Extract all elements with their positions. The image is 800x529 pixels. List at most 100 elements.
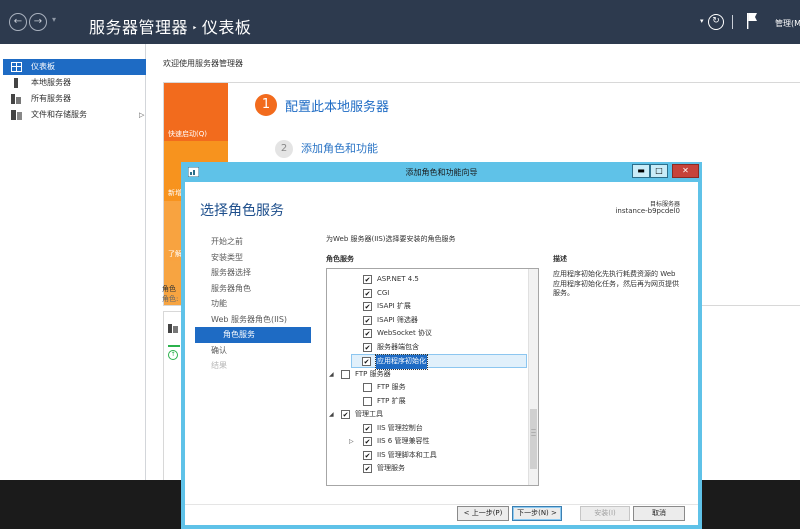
tree-item[interactable]: ✔ 服务器端包含 (327, 341, 527, 355)
previous-button[interactable]: < 上一步(P) (457, 506, 509, 521)
configure-local-server-link[interactable]: 配置此本地服务器 (285, 96, 389, 115)
wizard-step-before-you-begin[interactable]: 开始之前 (195, 234, 311, 250)
sidebar: 仪表板 本地服务器 所有服务器 文件和存储服务 ▷ (0, 44, 146, 480)
welcome-title: 欢迎使用服务器管理器 (163, 59, 243, 68)
tree-item[interactable]: ✔ IIS 管理控制台 (327, 422, 527, 436)
tree-item[interactable]: FTP 服务 (327, 381, 527, 395)
minimize-button[interactable]: ▬ (632, 164, 650, 178)
wizard-step-server-roles[interactable]: 服务器角色 (195, 281, 311, 297)
wizard-step-installation-type[interactable]: 安装类型 (195, 250, 311, 266)
sidebar-item-file-storage[interactable]: 文件和存储服务 ▷ (3, 107, 146, 123)
checkbox[interactable]: ✔ (363, 437, 372, 446)
tree-item[interactable]: ✔ ASP.NET 4.5 (327, 273, 527, 287)
install-button: 安装(I) (580, 506, 630, 521)
wizard-step-features[interactable]: 功能 (195, 296, 311, 312)
server-manager-header: ← → ▾ 服务器管理器‣仪表板 ▾ ↻ 管理(M) (0, 0, 800, 44)
wizard-body: 选择角色服务 目标服务器 instance-b9pcdel0 开始之前 安装类型… (185, 182, 698, 525)
roles-section-title: 角色 (162, 285, 176, 293)
cancel-button[interactable]: 取消 (633, 506, 685, 521)
target-server-value: instance-b9pcdel0 (615, 207, 680, 215)
sidebar-item-label: 文件和存储服务 (31, 110, 87, 119)
role-services-tree[interactable]: ✔ ASP.NET 4.5 ✔ CGI ✔ ISAPI 扩展 ✔ ISAPI 筛选器 ✔ WebS… (326, 268, 539, 486)
wizard-step-role-services[interactable]: 角色服务 (195, 327, 311, 343)
checkbox[interactable]: ✔ (363, 315, 372, 325)
quick-start-label: 快速启动(Q) (168, 130, 207, 138)
sidebar-item-label: 本地服务器 (31, 78, 71, 87)
checkbox[interactable] (341, 369, 350, 379)
expand-arrow-icon[interactable]: ▷ (139, 107, 144, 123)
status-up-icon: ↑ (168, 350, 178, 360)
refresh-icon[interactable]: ↻ (708, 14, 724, 30)
checkbox[interactable] (363, 396, 372, 406)
tree-item[interactable]: FTP 扩展 (327, 395, 527, 409)
step-2-badge: 2 (275, 140, 293, 158)
caret-down-icon[interactable]: ▾ (700, 17, 704, 25)
wizard-step-results: 结果 (211, 361, 227, 370)
manage-menu[interactable]: 管理(M) (775, 18, 800, 29)
close-button[interactable]: ✕ (672, 164, 699, 178)
wizard-step-confirmation[interactable]: 确认 (195, 343, 311, 359)
tree-item[interactable]: ◢ ✔ 管理工具 (327, 408, 527, 422)
checkbox[interactable]: ✔ (363, 450, 372, 460)
dashboard-icon (11, 62, 22, 72)
sidebar-item-local-server[interactable]: 本地服务器 (3, 75, 146, 91)
forward-button[interactable]: → (29, 13, 47, 31)
role-tile-icon (168, 324, 178, 333)
checkbox[interactable]: ✔ (363, 329, 372, 338)
tree-item[interactable]: ▷ ✔ IIS 6 管理兼容性 (327, 435, 527, 449)
flag-icon[interactable] (746, 12, 758, 30)
sidebar-item-all-servers[interactable]: 所有服务器 (3, 91, 146, 107)
step-1-badge: 1 (255, 94, 277, 116)
header-toolbar: ▾ ↻ 管理(M) (696, 0, 800, 44)
tree-item[interactable]: ✔ ISAPI 扩展 (327, 300, 527, 314)
next-button[interactable]: 下一步(N) > (512, 506, 562, 521)
tree-item-label: CGI (377, 288, 390, 297)
history-dropdown-icon[interactable]: ▾ (52, 15, 56, 24)
checkbox[interactable]: ✔ (363, 423, 372, 433)
toolbar-divider (732, 15, 733, 29)
whats-new-label: 新增 (168, 189, 182, 197)
tree-item[interactable]: ◢ FTP 服务器 (327, 368, 527, 382)
checkbox[interactable]: ✔ (363, 275, 372, 284)
learn-more-label: 了解 (168, 250, 182, 258)
tree-item-label: 应用程序初始化 (375, 354, 428, 370)
page-title: 选择角色服务 (200, 203, 284, 219)
breadcrumb-root: 服务器管理器 (89, 18, 189, 37)
tree-item[interactable]: ✔ CGI (327, 287, 527, 301)
tree-item-label: 管理工具 (355, 410, 383, 418)
tree-item[interactable]: ✔ 管理服务 (327, 462, 527, 476)
tree-item-label: IIS 管理控制台 (377, 423, 423, 432)
add-roles-wizard-window: 添加角色和功能向导 ▬ □ ✕ 选择角色服务 目标服务器 instance-b9… (181, 162, 702, 529)
wizard-step-web-server-role[interactable]: Web 服务器角色(IIS) (195, 312, 311, 328)
expand-collapsed-icon[interactable]: ▷ (349, 435, 354, 449)
checkbox[interactable]: ✔ (363, 288, 372, 298)
scrollbar-thumb[interactable] (530, 409, 537, 469)
tree-item[interactable]: ✔ 应用程序初始化 (351, 354, 527, 370)
tree-item-label: WebSocket 协议 (377, 329, 432, 337)
checkbox[interactable]: ✔ (341, 410, 350, 419)
tree-scrollbar[interactable]: — — — (528, 269, 538, 485)
maximize-button[interactable]: □ (650, 164, 668, 178)
tree-item-label: FTP 服务 (377, 383, 406, 391)
wizard-step-server-selection[interactable]: 服务器选择 (195, 265, 311, 281)
checkbox[interactable]: ✔ (362, 357, 371, 366)
checkbox[interactable]: ✔ (363, 464, 372, 473)
checkbox[interactable] (363, 383, 372, 392)
scrollbar-grip-icon: — — — (531, 427, 536, 439)
checkbox[interactable]: ✔ (363, 302, 372, 311)
sidebar-item-dashboard[interactable]: 仪表板 (3, 59, 146, 75)
add-roles-features-link[interactable]: 添加角色和功能 (301, 140, 378, 156)
back-button[interactable]: ← (9, 13, 27, 31)
tree-item[interactable]: ✔ WebSocket 协议 (327, 327, 527, 341)
breadcrumb: 服务器管理器 ‣ 仪表板 (89, 14, 251, 38)
breadcrumb-separator-icon: ‣ (192, 23, 198, 34)
role-tile[interactable]: ↑ (163, 311, 183, 481)
wizard-titlebar[interactable]: 添加角色和功能向导 ▬ □ ✕ (181, 162, 702, 182)
expand-expanded-icon[interactable]: ◢ (329, 408, 334, 422)
expand-expanded-icon[interactable]: ◢ (329, 368, 334, 382)
tree-item[interactable]: ✔ IIS 管理脚本和工具 (327, 449, 527, 463)
roles-section-subtitle: 角色: (162, 295, 179, 303)
description-header: 描述 (553, 255, 567, 263)
checkbox[interactable]: ✔ (363, 342, 372, 352)
tree-item[interactable]: ✔ ISAPI 筛选器 (327, 314, 527, 328)
